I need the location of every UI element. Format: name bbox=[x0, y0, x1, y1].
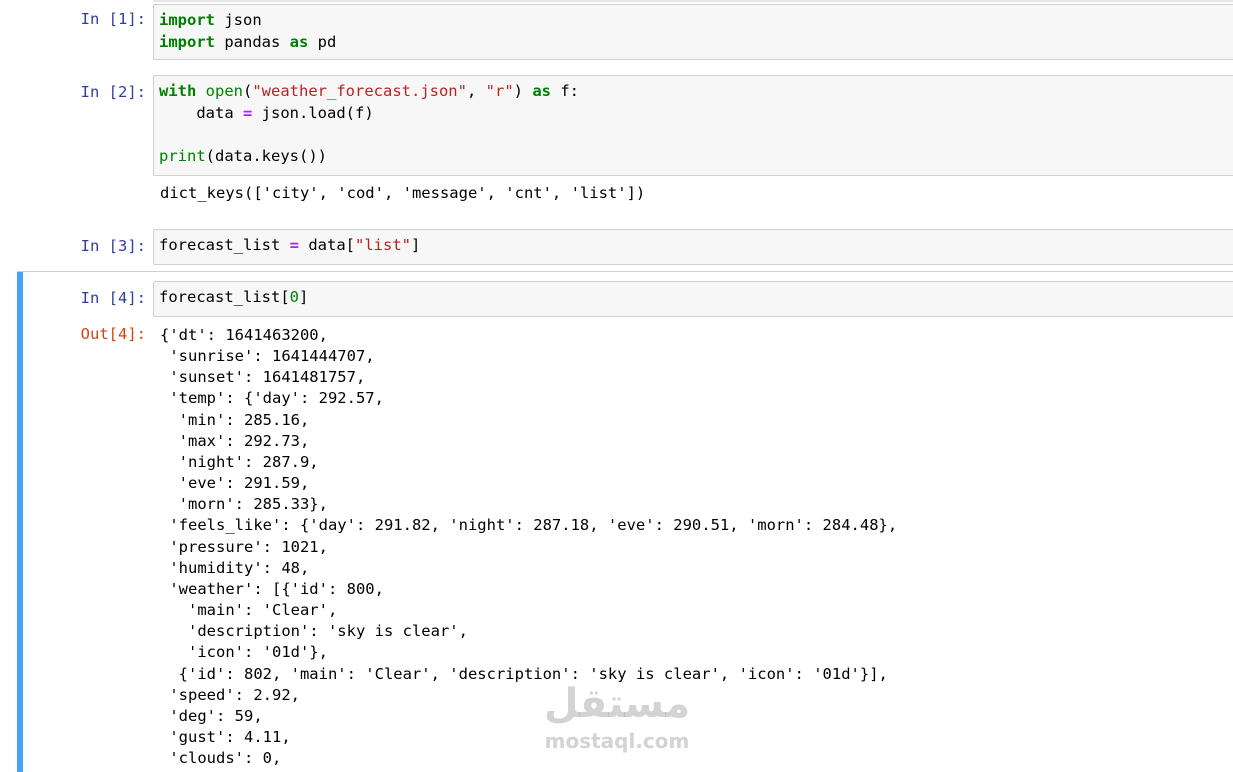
output-line: 'min': 285.16, bbox=[160, 410, 310, 429]
code-token: as bbox=[289, 32, 309, 51]
notebook: In [1]: import json import pandas as pd … bbox=[0, 0, 1233, 772]
previous-cell-edge bbox=[153, 0, 1233, 2]
cell-output-4: {'dt': 1641463200, 'sunrise': 1641444707… bbox=[160, 325, 897, 769]
output-line: 'max': 292.73, bbox=[160, 431, 310, 450]
code-token: ( bbox=[243, 82, 253, 100]
output-line: 'description': 'sky is clear', bbox=[160, 622, 468, 641]
code-input-2[interactable]: with open("weather_forecast.json", "r") … bbox=[153, 75, 1233, 176]
cell-output-2: dict_keys(['city', 'cod', 'message', 'cn… bbox=[160, 184, 646, 202]
output-line: 'clouds': 0, bbox=[160, 749, 282, 768]
code-token: "weather_forecast.json" bbox=[252, 82, 467, 100]
code-text-1: import json import pandas as pd bbox=[159, 10, 336, 53]
code-token: pandas bbox=[215, 32, 290, 51]
code-token: print bbox=[159, 146, 206, 165]
output-line: 'feels_like': {'day': 291.82, 'night': 2… bbox=[160, 516, 898, 535]
output-line: 'weather': [{'id': 800, bbox=[160, 579, 384, 598]
code-token: data bbox=[159, 103, 243, 122]
code-token: with bbox=[159, 82, 197, 100]
code-token: json bbox=[215, 11, 262, 29]
output-line: 'eve': 291.59, bbox=[160, 474, 310, 493]
code-token: data[ bbox=[299, 236, 355, 254]
output-line: 'speed': 2.92, bbox=[160, 685, 300, 704]
output-line: {'dt': 1641463200, bbox=[160, 326, 328, 344]
input-prompt-1: In [1]: bbox=[80, 10, 146, 28]
output-line: 'temp': {'day': 292.57, bbox=[160, 389, 384, 408]
output-line: 'gust': 4.11, bbox=[160, 727, 291, 746]
output-line: 'night': 287.9, bbox=[160, 452, 319, 471]
code-token: ] bbox=[299, 288, 309, 306]
output-line: 'humidity': 48, bbox=[160, 558, 310, 577]
output-line: 'main': 'Clear', bbox=[160, 601, 338, 620]
code-token: (data.keys()) bbox=[205, 146, 327, 165]
code-text-4: forecast_list[0] bbox=[159, 287, 308, 309]
output-line: 'pressure': 1021, bbox=[160, 537, 328, 556]
code-token: as bbox=[532, 82, 551, 100]
code-token: open bbox=[205, 82, 243, 100]
code-token: "list" bbox=[355, 236, 411, 254]
output-line: 'sunrise': 1641444707, bbox=[160, 347, 375, 366]
code-input-1[interactable]: import json import pandas as pd bbox=[153, 4, 1233, 60]
code-token: 0 bbox=[289, 288, 299, 306]
output-line: 'deg': 59, bbox=[160, 706, 263, 725]
code-token: pd bbox=[308, 32, 337, 51]
input-prompt-2: In [2]: bbox=[80, 83, 146, 101]
code-token: = bbox=[243, 103, 253, 122]
code-token: forecast_list[ bbox=[159, 288, 290, 306]
code-token: ] bbox=[411, 236, 421, 254]
output-line: 'sunset': 1641481757, bbox=[160, 368, 366, 387]
code-token: json.load(f) bbox=[252, 103, 374, 122]
code-token: = bbox=[289, 236, 299, 254]
output-line: 'icon': '01d'}, bbox=[160, 643, 328, 662]
code-token: ) bbox=[513, 82, 533, 100]
input-prompt-4: In [4]: bbox=[80, 289, 146, 307]
output-line: 'morn': 285.33}, bbox=[160, 495, 328, 514]
code-input-4[interactable]: forecast_list[0] bbox=[153, 281, 1233, 317]
code-token: , bbox=[466, 82, 486, 100]
code-text-3: forecast_list = data["list"] bbox=[159, 235, 420, 257]
input-prompt-3: In [3]: bbox=[80, 237, 146, 255]
output-line: {'id': 802, 'main': 'Clear', 'descriptio… bbox=[160, 664, 888, 683]
code-token: f: bbox=[551, 82, 579, 100]
code-token: import bbox=[159, 11, 215, 29]
selected-cell-indicator bbox=[17, 272, 23, 772]
code-text-2: with open("weather_forecast.json", "r") … bbox=[159, 81, 579, 167]
cell-separator bbox=[17, 271, 1233, 272]
code-token: import bbox=[159, 32, 215, 51]
code-input-3[interactable]: forecast_list = data["list"] bbox=[153, 229, 1233, 265]
output-prompt-4: Out[4]: bbox=[80, 325, 146, 343]
code-token: forecast_list bbox=[159, 236, 290, 254]
code-token: "r" bbox=[485, 82, 514, 100]
